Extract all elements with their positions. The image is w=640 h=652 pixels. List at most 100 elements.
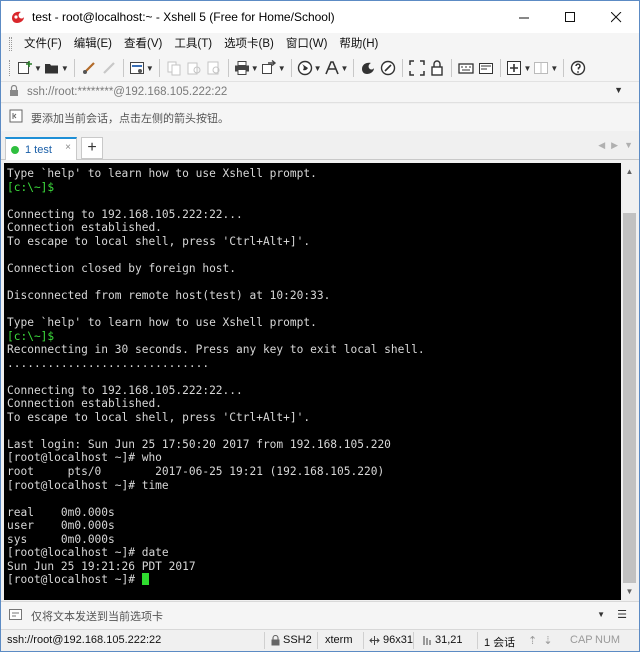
lock-button[interactable] [428, 57, 446, 79]
maximize-button[interactable] [547, 1, 593, 33]
feather-icon [381, 60, 396, 76]
address-input[interactable]: ssh://root:********@192.168.105.222:22 [27, 86, 227, 98]
keyboard-button[interactable] [457, 57, 475, 79]
xftp-button[interactable] [359, 57, 377, 79]
font-button[interactable]: ▼ [324, 57, 348, 79]
tab-label: 1 test [25, 143, 52, 156]
terminal-line: [root@localhost ~]# [7, 573, 621, 587]
chevron-down-icon: ▼ [277, 63, 286, 73]
title-bar[interactable]: test - root@localhost:~ - Xshell 5 (Free… [1, 1, 639, 33]
status-cursor-group: 31,21 [422, 634, 463, 646]
terminal-line-text: real 0m0.000s [7, 505, 115, 519]
status-terminal-type: xterm [325, 634, 353, 646]
address-bar: ssh://root:********@192.168.105.222:22 ▼ [1, 82, 639, 103]
find-button[interactable] [205, 57, 223, 79]
status-protocol: SSH2 [283, 634, 312, 646]
session-manager-icon[interactable] [9, 109, 23, 126]
fullscreen-button[interactable] [408, 57, 426, 79]
terminal-line-text: Reconnecting in 30 seconds. Press any ke… [7, 343, 425, 357]
compose-toggle-button[interactable] [477, 57, 495, 79]
scroll-down-icon[interactable]: ⇣ [543, 634, 552, 647]
printer-icon [234, 61, 249, 75]
print-button[interactable]: ▼ [234, 57, 259, 79]
toolbar-grip-handle[interactable] [9, 60, 12, 76]
connected-status-icon [11, 145, 19, 154]
status-caps: CAP [570, 634, 593, 646]
reconnect-button[interactable] [80, 57, 98, 79]
status-navigation: ⇡ ⇣ [528, 634, 553, 647]
open-button[interactable]: ▼ [44, 57, 69, 79]
terminal-line: Sun Jun 25 19:21:26 PDT 2017 [7, 560, 621, 574]
terminal-line-text: root pts/0 2017-06-25 19:21 (192.168.105… [7, 465, 385, 479]
tab-list-icon[interactable]: ▼ [624, 140, 633, 151]
minimize-button[interactable] [501, 1, 547, 33]
terminal-line-text: sys 0m0.000s [7, 532, 115, 546]
tab-close-icon[interactable]: × [65, 142, 71, 153]
tab-test[interactable]: 1 test × [5, 137, 77, 160]
help-button[interactable] [569, 57, 587, 79]
script-button[interactable] [379, 57, 397, 79]
copy-button[interactable] [165, 57, 183, 79]
close-button[interactable] [593, 1, 639, 33]
paste-button[interactable] [185, 57, 203, 79]
compose-menu-icon[interactable]: ☰ [617, 608, 627, 621]
compose-target-dropdown[interactable]: ▼ [597, 610, 605, 619]
scroll-thumb[interactable] [623, 213, 636, 583]
fullscreen-icon [409, 60, 426, 76]
new-session-icon [18, 61, 32, 74]
disconnect-button[interactable] [100, 57, 118, 79]
menu-file[interactable]: 文件(F) [18, 33, 68, 55]
link-icon [82, 62, 95, 74]
scroll-up-icon[interactable]: ⇡ [528, 634, 537, 647]
terminal-scrollbar[interactable]: ▲ ▼ [621, 163, 638, 600]
scroll-down-icon[interactable]: ▼ [621, 583, 638, 600]
terminal-line-text: To escape to local shell, press 'Ctrl+Al… [7, 410, 311, 424]
toolbar: ▼ ▼ ▼ ▼ ▼ ▼ ▼ ▼ ▼ [1, 55, 639, 82]
layout-button[interactable]: ▼ [533, 57, 558, 79]
toolbar-separator [500, 59, 502, 77]
compose-icon [9, 608, 22, 624]
status-size-group: 96x31 [369, 634, 413, 646]
terminal-output[interactable]: Type `help' to learn how to use Xshell p… [4, 163, 621, 600]
menu-grip-handle[interactable] [9, 37, 12, 51]
add-tab-button[interactable]: + [81, 137, 103, 159]
cursor-position-icon [422, 635, 432, 646]
transfer-button[interactable]: ▼ [261, 57, 286, 79]
status-separator [363, 632, 364, 649]
tab-next-icon[interactable]: ▶ [611, 140, 618, 151]
xshell-window: test - root@localhost:~ - Xshell 5 (Free… [0, 0, 640, 652]
menu-edit[interactable]: 编辑(E) [68, 33, 118, 55]
encoding-button[interactable]: ▼ [297, 57, 322, 79]
terminal-line-text: [c:\~]$ [7, 329, 55, 343]
scroll-up-icon[interactable]: ▲ [621, 163, 638, 180]
globe-icon [297, 60, 312, 76]
status-num: NUM [595, 634, 621, 646]
new-tab-button[interactable]: ▼ [506, 57, 531, 79]
menu-tab[interactable]: 选项卡(B) [218, 33, 280, 55]
menu-window[interactable]: 窗口(W) [280, 33, 334, 55]
tab-prev-icon[interactable]: ◀ [598, 140, 605, 151]
properties-button[interactable]: ▼ [129, 57, 154, 79]
compose-input[interactable]: 仅将文本发送到当前选项卡 [31, 608, 163, 624]
terminal-line: Connection established. [7, 397, 621, 411]
menu-tools[interactable]: 工具(T) [168, 33, 218, 55]
terminal-line: sys 0m0.000s [7, 533, 621, 547]
keyboard-icon [458, 63, 475, 74]
menu-bar: 文件(F) 编辑(E) 查看(V) 工具(T) 选项卡(B) 窗口(W) 帮助(… [1, 33, 639, 55]
xshell-app-icon[interactable] [10, 9, 26, 25]
compose-bar: 仅将文本发送到当前选项卡 ▼ ☰ [1, 601, 639, 629]
new-session-button[interactable]: ▼ [17, 57, 42, 79]
terminal-line: Reconnecting in 30 seconds. Press any ke… [7, 343, 621, 357]
compose-icon [479, 63, 494, 74]
address-dropdown-button[interactable]: ▼ [614, 85, 623, 95]
lock-icon [9, 84, 19, 100]
terminal-line: [c:\~]$ [7, 181, 621, 195]
toolbar-separator [402, 59, 404, 77]
toolbar-separator [158, 59, 160, 77]
menu-view[interactable]: 查看(V) [118, 33, 168, 55]
menu-help[interactable]: 帮助(H) [333, 33, 384, 55]
terminal-line: Disconnected from remote host(test) at 1… [7, 289, 621, 303]
status-size: 96x31 [383, 634, 413, 646]
layout-icon [534, 62, 549, 74]
terminal-line-text: [root@localhost ~]# date [7, 546, 169, 560]
